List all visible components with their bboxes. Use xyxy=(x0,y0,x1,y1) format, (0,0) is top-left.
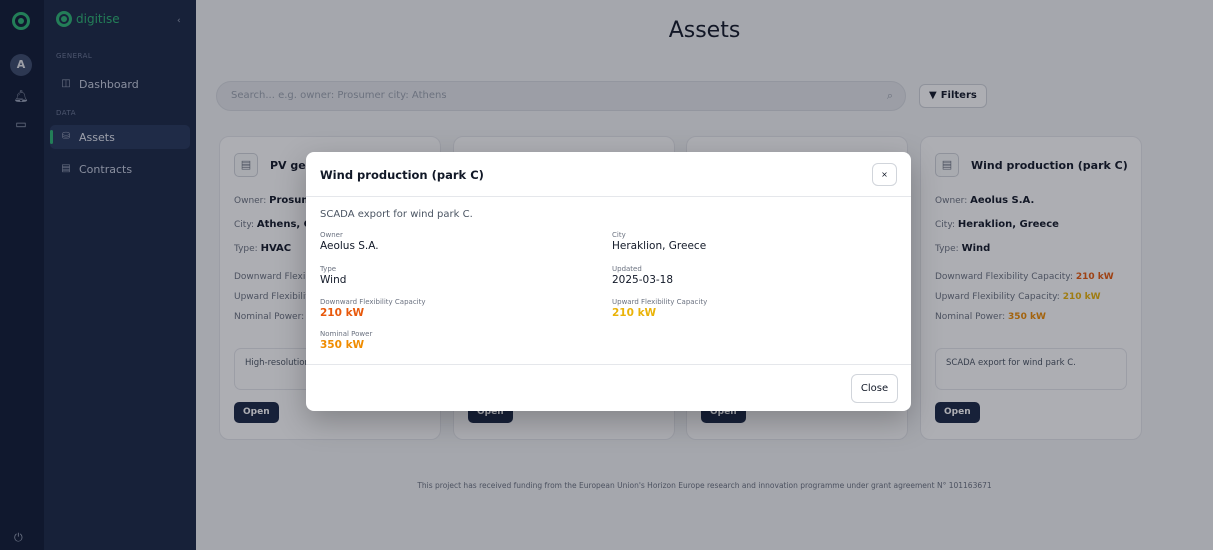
modal-description: SCADA export for wind park C. xyxy=(320,209,473,220)
asset-detail-modal: Wind production (park C) × SCADA export … xyxy=(306,152,911,411)
close-icon[interactable]: × xyxy=(872,163,897,186)
field-updated: Updated 2025-03-18 xyxy=(612,265,674,286)
field-city: City Heraklion, Greece xyxy=(612,231,707,252)
field-nominal: Nominal Power 350 kW xyxy=(320,330,373,351)
field-downward: Downward Flexibility Capacity 210 kW xyxy=(320,298,426,319)
field-type: Type Wind xyxy=(320,265,347,286)
field-owner: Owner Aeolus S.A. xyxy=(320,231,379,252)
modal-title: Wind production (park C) xyxy=(320,168,484,182)
modal-header: Wind production (park C) × xyxy=(306,152,911,197)
modal-footer xyxy=(306,364,911,411)
field-upward: Upward Flexibility Capacity 210 kW xyxy=(612,298,708,319)
close-button[interactable]: Close xyxy=(851,374,898,403)
